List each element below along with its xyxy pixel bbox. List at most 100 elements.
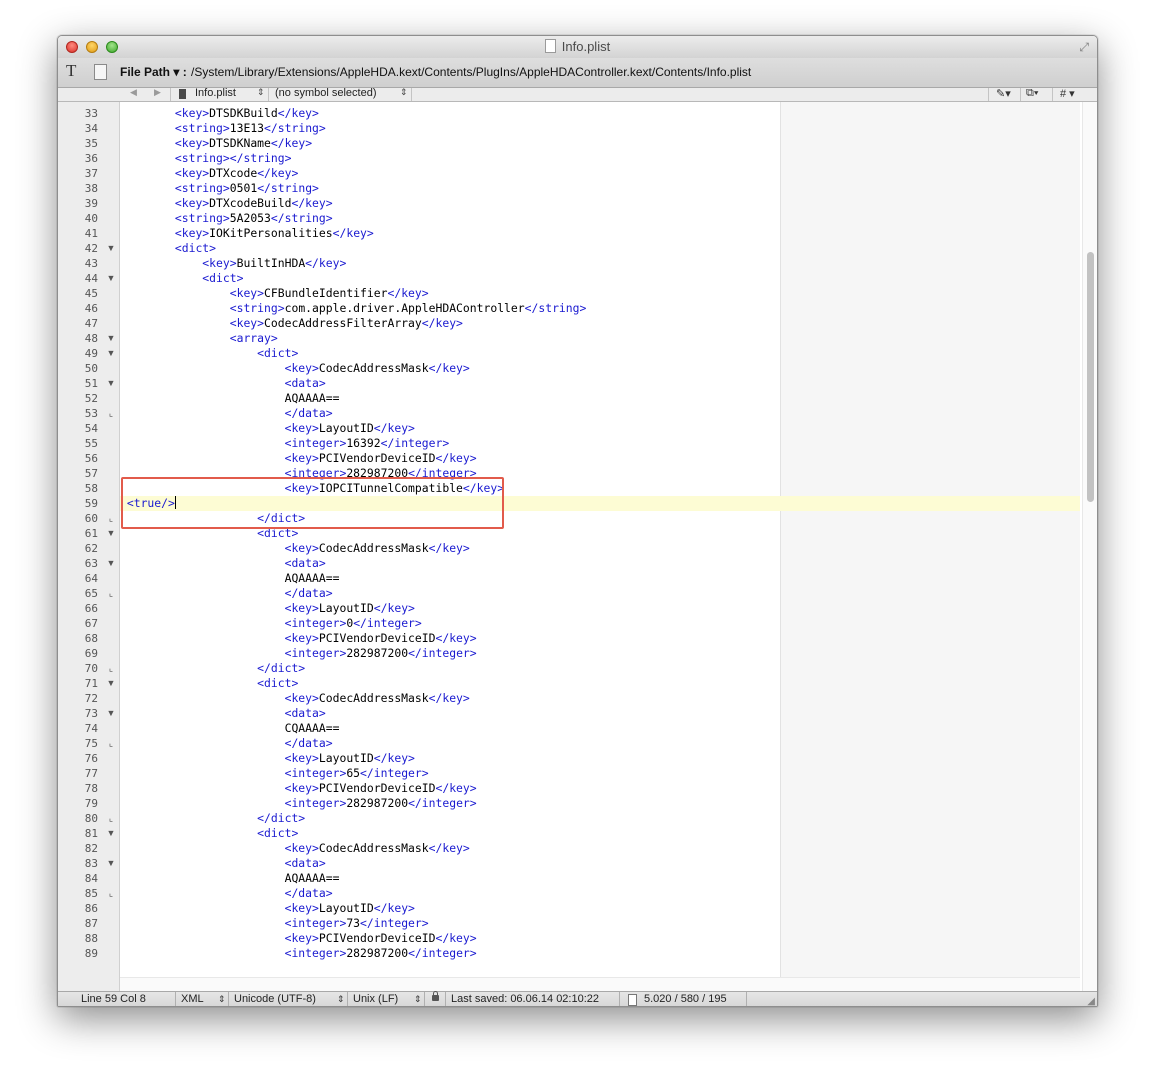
encoding-popup[interactable]: Unicode (UTF-8) [234,992,316,1006]
document-icon[interactable] [94,64,107,80]
divider [228,992,229,1006]
code-line[interactable]: <key>DTXcode</key> [120,166,1080,181]
code-line[interactable]: <key>CodecAddressMask</key> [120,691,1080,706]
editor-window: Info.plist ⤢ T File Path ▾ : /System/Lib… [57,35,1098,1007]
code-line[interactable]: </data> [120,406,1080,421]
code-line[interactable]: <dict> [120,826,1080,841]
code-line[interactable]: <key>PCIVendorDeviceID</key> [120,631,1080,646]
code-line[interactable]: <data> [120,556,1080,571]
line-number: 36 [84,152,98,165]
code-line[interactable]: <key>PCIVendorDeviceID</key> [120,931,1080,946]
code-line[interactable]: <key>LayoutID</key> [120,421,1080,436]
code-line[interactable]: CQAAAA== [120,721,1080,736]
code-line[interactable]: <key>LayoutID</key> [120,901,1080,916]
hash-popup[interactable]: # ▾ [1060,87,1075,100]
back-arrow-icon[interactable]: ◀ [130,87,137,98]
code-line[interactable]: </data> [120,886,1080,901]
code-line[interactable]: <string>13E13</string> [120,121,1080,136]
forward-arrow-icon[interactable]: ▶ [154,87,161,98]
file-popup[interactable]: Info.plist [195,87,236,99]
code-line[interactable]: <string>com.apple.driver.AppleHDAControl… [120,301,1080,316]
syntax-popup-arrows-icon[interactable]: ⇕ [218,992,226,1006]
code-line[interactable]: <key>CodecAddressMask</key> [120,541,1080,556]
code-line[interactable]: <string>5A2053</string> [120,211,1080,226]
fold-triangle-icon[interactable]: ▼ [106,346,116,361]
symbol-popup-arrows-icon[interactable]: ⇕ [400,87,408,98]
code-line[interactable]: <dict> [120,241,1080,256]
code-line[interactable]: <key>IOKitPersonalities</key> [120,226,1080,241]
code-line[interactable]: <key>PCIVendorDeviceID</key> [120,451,1080,466]
code-line[interactable]: <data> [120,706,1080,721]
fold-triangle-icon[interactable]: ▼ [106,676,116,691]
code-line[interactable]: <key>DTSDKBuild</key> [120,106,1080,121]
code-line[interactable]: <key>LayoutID</key> [120,601,1080,616]
code-line[interactable]: <integer>16392</integer> [120,436,1080,451]
fold-triangle-icon[interactable]: ▼ [106,556,116,571]
code-line[interactable]: <key>DTXcodeBuild</key> [120,196,1080,211]
vertical-scrollbar[interactable] [1082,102,1097,1006]
line-number: 49 [84,347,98,360]
code-line[interactable]: </dict> [120,661,1080,676]
code-line[interactable]: <key>BuiltInHDA</key> [120,256,1080,271]
fold-triangle-icon[interactable]: ▼ [106,826,116,841]
divider [268,88,269,101]
cursor-position[interactable]: Line 59 Col 8 [81,992,146,1006]
code-line[interactable]: <integer>65</integer> [120,766,1080,781]
line-number-gutter[interactable]: 33 34 35 36 37 38 39 40 41 42 ▼ 43 44 ▼ 45 46 47 48 ▼ 49 ▼ 50… [58,102,120,1006]
vertical-scroll-thumb[interactable] [1087,252,1094,502]
document-counts[interactable]: 5.020 / 580 / 195 [644,992,727,1006]
symbol-popup[interactable]: (no symbol selected) [275,87,377,99]
fold-triangle-icon[interactable]: ▼ [106,241,116,256]
code-line[interactable]: <string>0501</string> [120,181,1080,196]
code-line[interactable]: AQAAAA== [120,871,1080,886]
code-line[interactable]: <array> [120,331,1080,346]
code-line[interactable]: AQAAAA== [120,391,1080,406]
file-path-value[interactable]: /System/Library/Extensions/AppleHDA.kext… [191,65,751,79]
code-editor[interactable]: <key>DTSDKBuild</key> <string>13E13</str… [120,102,1080,1006]
syntax-popup[interactable]: XML [181,992,204,1006]
code-line[interactable]: </data> [120,586,1080,601]
pen-icon[interactable]: ✎▾ [996,87,1011,100]
code-line[interactable]: <key>PCIVendorDeviceID</key> [120,781,1080,796]
window-title-area: Info.plist [58,39,1097,54]
fold-triangle-icon[interactable]: ▼ [106,526,116,541]
file-popup-arrows-icon[interactable]: ⇕ [257,87,265,98]
code-line[interactable]: <integer>73</integer> [120,916,1080,931]
code-line[interactable]: <key>CodecAddressMask</key> [120,361,1080,376]
code-line[interactable]: <dict> [120,271,1080,286]
code-line[interactable]: <integer>282987200</integer> [120,646,1080,661]
line-endings-popup[interactable]: Unix (LF) [353,992,398,1006]
encoding-popup-arrows-icon[interactable]: ⇕ [337,992,345,1006]
line-endings-popup-arrows-icon[interactable]: ⇕ [414,992,422,1006]
code-line[interactable]: <dict> [120,676,1080,691]
fold-triangle-icon[interactable]: ▼ [106,706,116,721]
fold-triangle-icon[interactable]: ▼ [106,331,116,346]
fold-end-icon: ⌞ [108,663,114,673]
code-line[interactable]: <data> [120,856,1080,871]
code-line[interactable]: <data> [120,376,1080,391]
code-line[interactable]: <integer>282987200</integer> [120,946,1080,961]
code-line[interactable]: </data> [120,736,1080,751]
title-bar[interactable]: Info.plist ⤢ [58,36,1097,58]
code-line[interactable]: <key>CodecAddressFilterArray</key> [120,316,1080,331]
code-line[interactable]: <key>LayoutID</key> [120,751,1080,766]
code-line[interactable]: AQAAAA== [120,571,1080,586]
fold-triangle-icon[interactable]: ▼ [106,376,116,391]
resize-grip-icon[interactable]: ◢ [1087,994,1095,1006]
code-line[interactable]: </dict> [120,811,1080,826]
text-tool-icon[interactable]: T [66,61,76,81]
code-line[interactable]: <integer>282987200</integer> [120,796,1080,811]
code-line[interactable]: <key>CodecAddressMask</key> [120,841,1080,856]
copy-icon[interactable]: ⧉▾ [1026,87,1038,100]
code-line[interactable]: <string></string> [120,151,1080,166]
code-line[interactable]: <key>DTSDKName</key> [120,136,1080,151]
fold-triangle-icon[interactable]: ▼ [106,856,116,871]
fold-triangle-icon[interactable]: ▼ [106,271,116,286]
code-line[interactable]: <integer>0</integer> [120,616,1080,631]
code-line[interactable]: <key>CFBundleIdentifier</key> [120,286,1080,301]
file-path-label[interactable]: File Path ▾ : [120,65,187,79]
fullscreen-icon[interactable]: ⤢ [1079,40,1089,55]
lock-icon[interactable] [432,991,439,1001]
divider [988,88,989,101]
code-line[interactable]: <dict> [120,346,1080,361]
